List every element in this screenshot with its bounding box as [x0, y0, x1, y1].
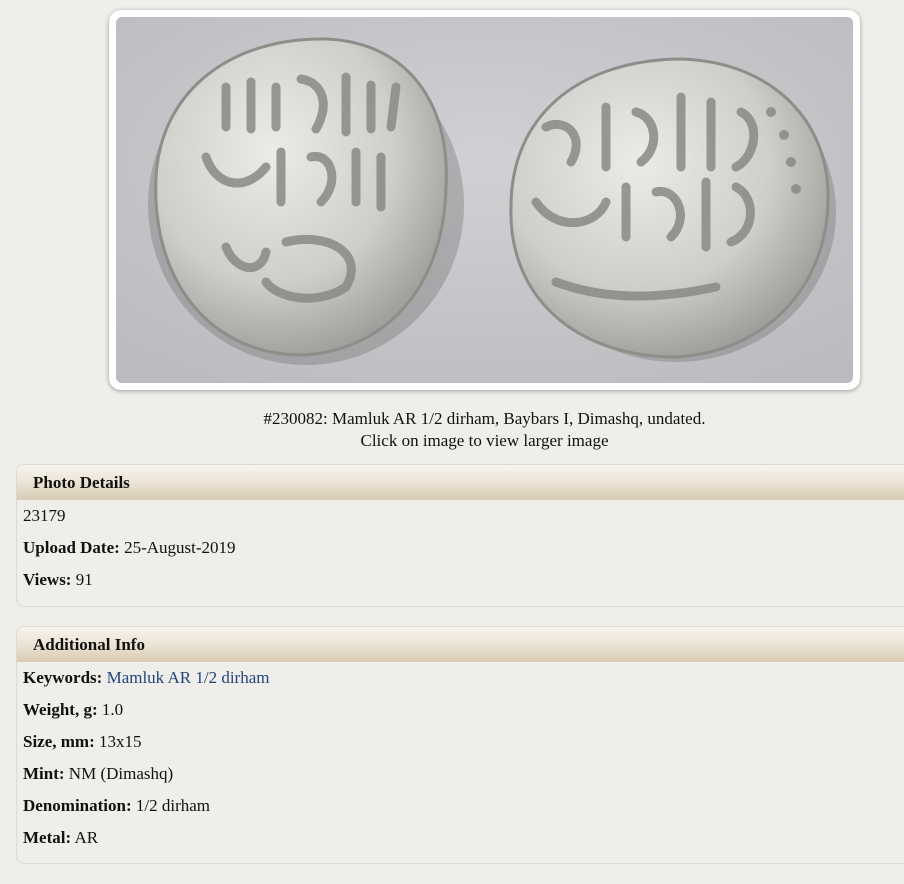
views-label: Views: [23, 570, 72, 589]
size-row: Size, mm: 13x15 [17, 726, 904, 758]
photo-id: 23179 [23, 506, 66, 525]
keywords-label: Keywords: [23, 668, 103, 687]
photo-title: #230082: Mamluk AR 1/2 dirham, Baybars I… [263, 409, 706, 428]
upload-date-label: Upload Date: [23, 538, 120, 557]
denomination-label: Denomination: [23, 796, 132, 815]
denomination-value: 1/2 dirham [135, 796, 211, 815]
photo-details-heading: Photo Details [17, 465, 904, 500]
upload-date-row: Upload Date: 25-August-2019 [17, 532, 904, 564]
weight-label: Weight, g: [23, 700, 98, 719]
coin-photo[interactable] [116, 17, 853, 383]
coin-photo-frame[interactable] [109, 10, 860, 390]
photo-caption: #230082: Mamluk AR 1/2 dirham, Baybars I… [0, 408, 904, 452]
views-row: Views: 91 [17, 564, 904, 596]
weight-row: Weight, g: 1.0 [17, 694, 904, 726]
weight-value: 1.0 [101, 700, 124, 719]
coin-obverse [154, 37, 448, 357]
size-label: Size, mm: [23, 732, 95, 751]
keywords-row: Keywords: Mamluk AR 1/2 dirham [17, 662, 904, 694]
metal-value: AR [74, 828, 99, 847]
views-value: 91 [75, 570, 93, 589]
coin-reverse [509, 57, 830, 359]
mint-label: Mint: [23, 764, 65, 783]
upload-date-value: 25-August-2019 [124, 538, 236, 557]
keywords-link[interactable]: Mamluk AR 1/2 dirham [107, 668, 270, 687]
additional-info-panel: Additional Info Keywords: Mamluk AR 1/2 … [16, 626, 904, 864]
metal-label: Metal: [23, 828, 72, 847]
additional-info-heading: Additional Info [17, 627, 904, 662]
denomination-row: Denomination: 1/2 dirham [17, 790, 904, 822]
coin-image[interactable] [116, 17, 853, 383]
photo-details-panel: Photo Details 23179 Upload Date: 25-Augu… [16, 464, 904, 607]
view-larger-hint: Click on image to view larger image [360, 431, 609, 450]
mint-row: Mint: NM (Dimashq) [17, 758, 904, 790]
metal-row: Metal: AR [17, 822, 904, 854]
size-value: 13x15 [99, 732, 142, 751]
mint-value: NM (Dimashq) [68, 764, 174, 783]
